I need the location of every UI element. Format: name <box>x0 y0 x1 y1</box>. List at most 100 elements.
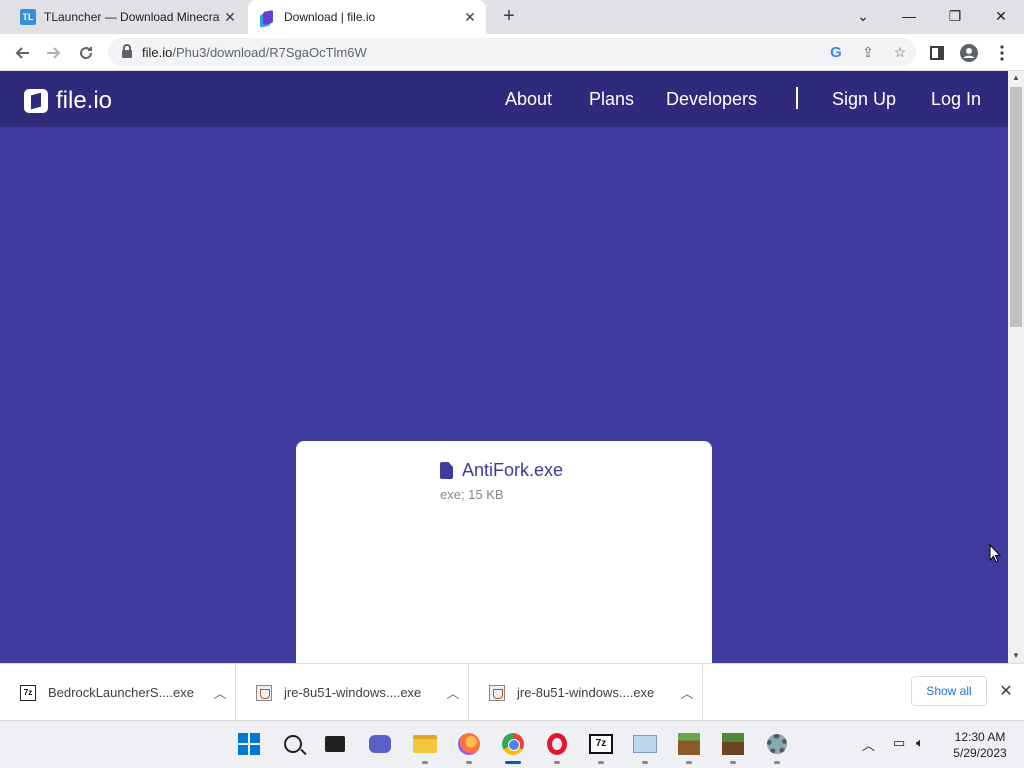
opera-icon <box>547 733 567 755</box>
search-icon <box>284 735 302 753</box>
page-scrollbar[interactable]: ▲ ▼ <box>1008 71 1024 663</box>
file-explorer-button[interactable] <box>413 732 437 764</box>
tab-strip: TL TLauncher — Download Minecraft ✕ Down… <box>0 0 1024 34</box>
running-indicator <box>686 761 692 764</box>
minecraft-launcher-icon <box>722 733 744 755</box>
nav-signup-link[interactable]: Sign Up <box>832 89 896 110</box>
running-indicator <box>554 761 560 764</box>
nav-developers-link[interactable]: Developers <box>666 89 757 110</box>
scroll-up-arrow-icon[interactable]: ▲ <box>1008 71 1024 85</box>
file-icon <box>440 462 453 479</box>
clock-time: 12:30 AM <box>954 730 1006 744</box>
nav-about-link[interactable]: About <box>505 89 552 110</box>
nav-divider <box>796 87 798 109</box>
folder-icon <box>413 735 437 753</box>
running-indicator <box>422 761 428 764</box>
forward-arrow-icon <box>47 47 61 59</box>
show-all-downloads-button[interactable]: Show all <box>911 676 987 706</box>
minecraft-button[interactable] <box>677 732 701 764</box>
resource-monitor-icon <box>633 735 657 753</box>
show-hidden-icons-chevron-icon[interactable]: ︿ <box>862 735 875 754</box>
download-item[interactable]: jre-8u51-windows....exe ︿ <box>236 664 469 721</box>
nav-plans-link[interactable]: Plans <box>589 89 634 110</box>
download-card: AntiFork.exe exe; 15 KB <box>296 441 712 663</box>
firefox-icon <box>458 733 480 755</box>
video-call-icon <box>369 735 391 753</box>
reload-button[interactable] <box>73 40 99 66</box>
opera-button[interactable] <box>545 732 569 764</box>
7zip-button[interactable]: 7z <box>589 732 613 764</box>
download-shelf: 7z BedrockLauncherS....exe ︿ jre-8u51-wi… <box>0 663 1024 721</box>
resource-monitor-button[interactable] <box>633 732 657 764</box>
browser-toolbar: file.io/Phu3/download/R7SgaOcTlm6W G ⇪ ☆ <box>0 34 1024 71</box>
minecraft-launcher-button[interactable] <box>721 732 745 764</box>
gear-icon <box>767 734 787 754</box>
task-view-button[interactable] <box>323 732 347 756</box>
scrollbar-thumb[interactable] <box>1010 87 1022 327</box>
close-tab-icon[interactable]: ✕ <box>460 9 480 26</box>
nav-login-link[interactable]: Log In <box>931 89 981 110</box>
browser-menu-button[interactable] <box>989 40 1015 66</box>
tab-file-io[interactable]: Download | file.io ✕ <box>248 0 486 34</box>
network-icon[interactable]: ▭ <box>893 735 905 751</box>
forward-button[interactable] <box>41 40 67 66</box>
chrome-icon <box>502 733 524 755</box>
restore-button[interactable]: ❐ <box>932 4 978 28</box>
active-indicator <box>505 761 521 764</box>
file-io-logo[interactable]: file.io <box>24 87 112 115</box>
file-meta: exe; 15 KB <box>440 487 504 502</box>
volume-icon[interactable]: 🔈︎ <box>916 735 924 751</box>
back-button[interactable] <box>9 40 35 66</box>
share-icon[interactable]: ⇪ <box>852 44 884 61</box>
tab-tlauncher[interactable]: TL TLauncher — Download Minecraft ✕ <box>8 0 246 34</box>
taskbar-clock[interactable]: 12:30 AM 5/29/2023 <box>946 729 1014 761</box>
file-io-icon <box>260 9 276 25</box>
new-tab-button[interactable]: + <box>498 6 520 28</box>
chevron-up-icon[interactable]: ︿ <box>205 683 235 702</box>
omnibox-actions: G ⇪ ☆ <box>820 38 916 66</box>
7z-archive-icon: 7z <box>20 684 36 701</box>
firefox-button[interactable] <box>457 732 481 764</box>
logo-text: file.io <box>56 87 113 114</box>
tab-search-button[interactable]: ⌄ <box>840 4 886 28</box>
windows-logo-icon <box>238 733 260 755</box>
side-panel-button[interactable] <box>924 40 950 66</box>
tlauncher-icon: TL <box>20 9 36 25</box>
site-navbar: file.io About Plans Developers Sign Up L… <box>0 71 1008 127</box>
address-bar[interactable]: file.io/Phu3/download/R7SgaOcTlm6W G ⇪ ☆ <box>108 38 916 66</box>
bookmark-star-icon[interactable]: ☆ <box>884 44 916 61</box>
download-item[interactable]: 7z BedrockLauncherS....exe ︿ <box>0 664 236 721</box>
task-view-icon <box>325 736 345 752</box>
minimize-button[interactable]: — <box>886 4 932 28</box>
google-translate-icon[interactable]: G <box>820 44 852 61</box>
settings-button[interactable] <box>765 732 789 764</box>
running-indicator <box>642 761 648 764</box>
taskbar-search-button[interactable] <box>281 732 305 756</box>
7zip-icon: 7z <box>589 734 613 754</box>
java-installer-icon <box>256 684 272 701</box>
chevron-up-icon[interactable]: ︿ <box>438 683 468 702</box>
close-download-shelf-icon[interactable]: ✕ <box>996 682 1016 702</box>
start-button[interactable] <box>237 732 261 756</box>
download-filename: jre-8u51-windows....exe <box>517 685 655 700</box>
scroll-down-arrow-icon[interactable]: ▼ <box>1008 649 1024 663</box>
file-name: AntiFork.exe <box>462 460 564 480</box>
tab-title: TLauncher — Download Minecraft <box>44 10 220 24</box>
download-item[interactable]: jre-8u51-windows....exe ︿ <box>469 664 703 721</box>
download-filename: jre-8u51-windows....exe <box>284 685 422 700</box>
window-close-button[interactable]: ✕ <box>978 4 1024 28</box>
running-indicator <box>774 761 780 764</box>
url-path: /Phu3/download/R7SgaOcTlm6W <box>172 44 367 60</box>
download-filename: BedrockLauncherS....exe <box>48 685 194 700</box>
profile-button[interactable] <box>956 40 982 66</box>
running-indicator <box>598 761 604 764</box>
url-host: file.io <box>142 44 173 60</box>
side-panel-icon <box>930 46 944 60</box>
kebab-menu-icon <box>1000 45 1004 61</box>
chevron-up-icon[interactable]: ︿ <box>672 683 702 702</box>
teams-meet-button[interactable] <box>368 732 392 756</box>
lock-icon[interactable] <box>122 44 132 58</box>
chrome-button[interactable] <box>501 732 525 764</box>
file-io-page: file.io About Plans Developers Sign Up L… <box>0 71 1008 663</box>
close-tab-icon[interactable]: ✕ <box>220 9 240 26</box>
